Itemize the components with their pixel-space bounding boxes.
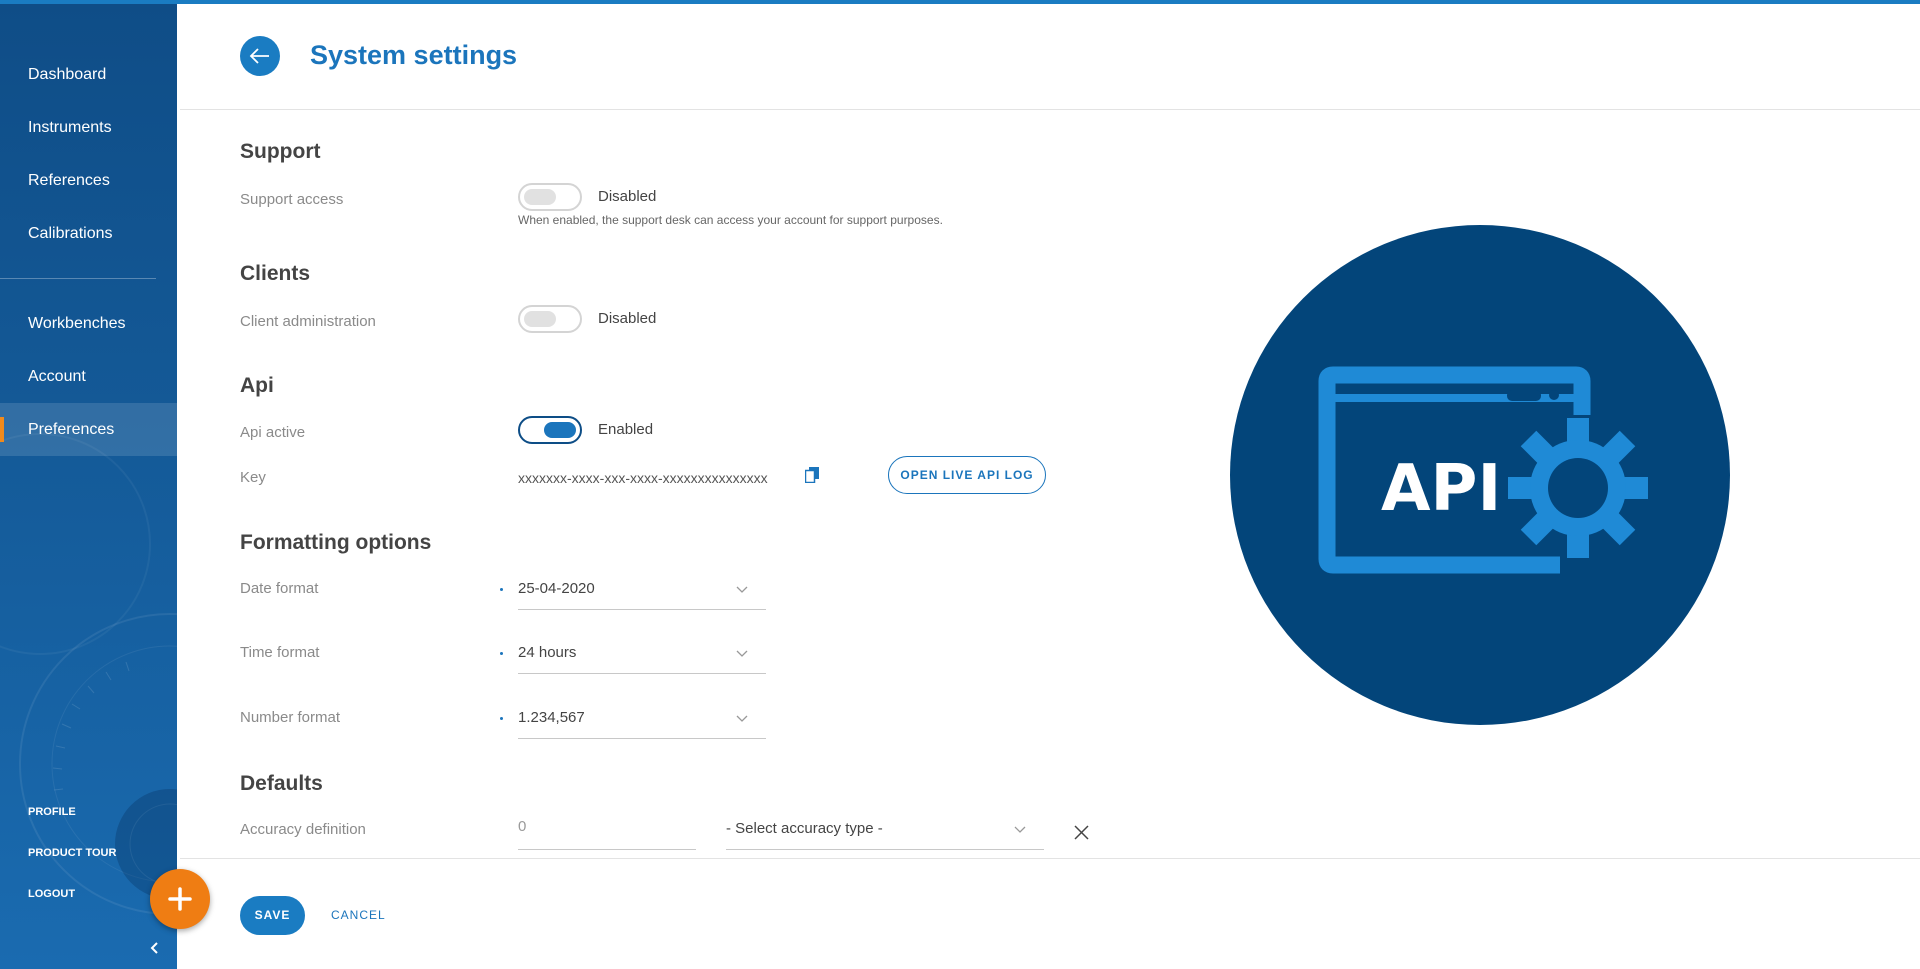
- sidebar-item-preferences[interactable]: Preferences: [0, 403, 177, 456]
- save-button[interactable]: SAVE: [240, 896, 305, 935]
- api-key-label: Key: [240, 469, 266, 486]
- required-indicator: [500, 588, 503, 591]
- page-header: System settings: [180, 4, 1920, 110]
- time-format-value: 24 hours: [518, 644, 577, 661]
- sidebar-divider: [0, 278, 156, 279]
- support-access-label: Support access: [240, 191, 344, 208]
- api-active-toggle[interactable]: [518, 416, 582, 444]
- section-title-clients: Clients: [240, 262, 311, 285]
- required-indicator: [500, 652, 503, 655]
- chevron-down-icon: [736, 650, 748, 657]
- client-admin-state: Disabled: [598, 310, 657, 327]
- sidebar-item-references[interactable]: References: [0, 154, 177, 207]
- accuracy-definition-label: Accuracy definition: [240, 821, 366, 838]
- accuracy-value-field[interactable]: [518, 818, 696, 850]
- chevron-down-icon: [736, 586, 748, 593]
- number-format-select[interactable]: 1.234,567: [518, 705, 766, 739]
- number-format-value: 1.234,567: [518, 709, 585, 726]
- copy-icon[interactable]: [805, 467, 819, 483]
- date-format-select[interactable]: 25-04-2020: [518, 576, 766, 610]
- support-access-toggle[interactable]: [518, 183, 582, 211]
- date-format-value: 25-04-2020: [518, 580, 595, 597]
- support-access-state: Disabled: [598, 188, 657, 205]
- date-format-label: Date format: [240, 580, 319, 597]
- arrow-left-icon: [249, 48, 269, 64]
- sidebar-item-calibrations[interactable]: Calibrations: [0, 207, 177, 260]
- sidebar-collapse-button[interactable]: [150, 941, 160, 957]
- chevron-down-icon: [736, 715, 748, 722]
- sidebar-item-account[interactable]: Account: [0, 350, 177, 403]
- api-label: API: [1381, 452, 1501, 526]
- open-live-api-log-button[interactable]: OPEN LIVE API LOG: [888, 456, 1046, 494]
- section-title-support: Support: [240, 140, 321, 163]
- section-title-api: Api: [240, 374, 274, 397]
- sidebar-item-dashboard[interactable]: Dashboard: [0, 48, 177, 101]
- logout-link[interactable]: LOGOUT: [28, 887, 116, 928]
- section-title-defaults: Defaults: [240, 772, 323, 795]
- form-footer: SAVE CANCEL: [180, 858, 1920, 969]
- section-title-formatting: Formatting options: [240, 531, 432, 554]
- page-title: System settings: [310, 40, 518, 70]
- back-button[interactable]: [240, 36, 280, 76]
- profile-link[interactable]: PROFILE: [28, 805, 116, 846]
- api-active-state: Enabled: [598, 421, 654, 438]
- cancel-button[interactable]: CANCEL: [331, 896, 386, 935]
- product-tour-link[interactable]: PRODUCT TOUR: [28, 846, 116, 887]
- chevron-left-icon: [150, 942, 158, 954]
- time-format-label: Time format: [240, 644, 320, 661]
- number-format-label: Number format: [240, 709, 341, 726]
- accuracy-type-value: - Select accuracy type -: [726, 820, 883, 837]
- sidebar-item-workbenches[interactable]: Workbenches: [0, 297, 177, 350]
- accuracy-value-input[interactable]: [518, 818, 696, 835]
- add-fab-button[interactable]: [150, 869, 210, 929]
- client-admin-toggle[interactable]: [518, 305, 582, 333]
- api-key-value: xxxxxxx-xxxx-xxx-xxxx-xxxxxxxxxxxxxxx: [518, 470, 768, 486]
- required-indicator: [500, 717, 503, 720]
- chevron-down-icon: [1014, 826, 1026, 833]
- client-admin-label: Client administration: [240, 313, 376, 330]
- sidebar: Dashboard Instruments References Calibra…: [0, 4, 177, 969]
- api-active-label: Api active: [240, 424, 306, 441]
- api-illustration: API: [1230, 225, 1730, 725]
- support-access-hint: When enabled, the support desk can acces…: [518, 213, 943, 227]
- close-icon[interactable]: [1074, 825, 1089, 840]
- accuracy-type-select[interactable]: - Select accuracy type -: [726, 816, 1044, 850]
- sidebar-item-instruments[interactable]: Instruments: [0, 101, 177, 154]
- settings-form: Support Support access Disabled When ena…: [240, 110, 1140, 858]
- time-format-select[interactable]: 24 hours: [518, 640, 766, 674]
- plus-icon: [168, 887, 192, 911]
